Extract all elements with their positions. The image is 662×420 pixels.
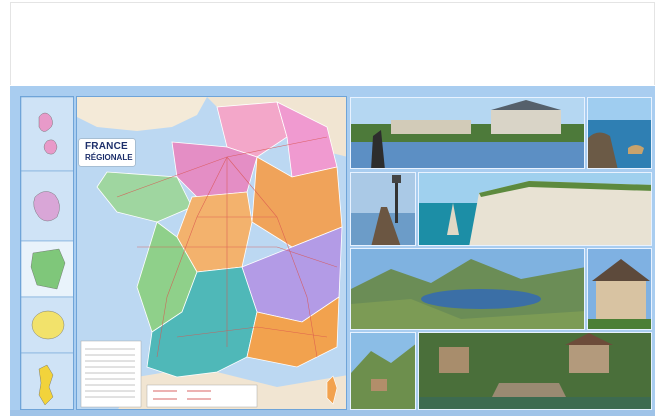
calendar-header-strip <box>10 2 655 85</box>
overseas-territories-strip <box>20 96 74 410</box>
half-timbered-house-photo <box>587 248 652 330</box>
coast-island-photo <box>587 97 652 169</box>
overseas-insets <box>21 97 73 409</box>
pier-lantern-photo <box>350 172 416 246</box>
chateau-photo <box>350 97 585 169</box>
stone-bridge-village-photo <box>418 332 652 410</box>
mountain-lake-photo <box>350 248 585 330</box>
calendar-bottom-bar <box>10 410 655 416</box>
alpine-village-photo <box>350 332 416 410</box>
map-title-label: FRANCE RÉGIONALE <box>79 139 135 166</box>
cliffs-photo <box>418 172 652 246</box>
map-title-regionale: RÉGIONALE <box>85 153 133 162</box>
map-title-france: FRANCE <box>85 141 128 152</box>
